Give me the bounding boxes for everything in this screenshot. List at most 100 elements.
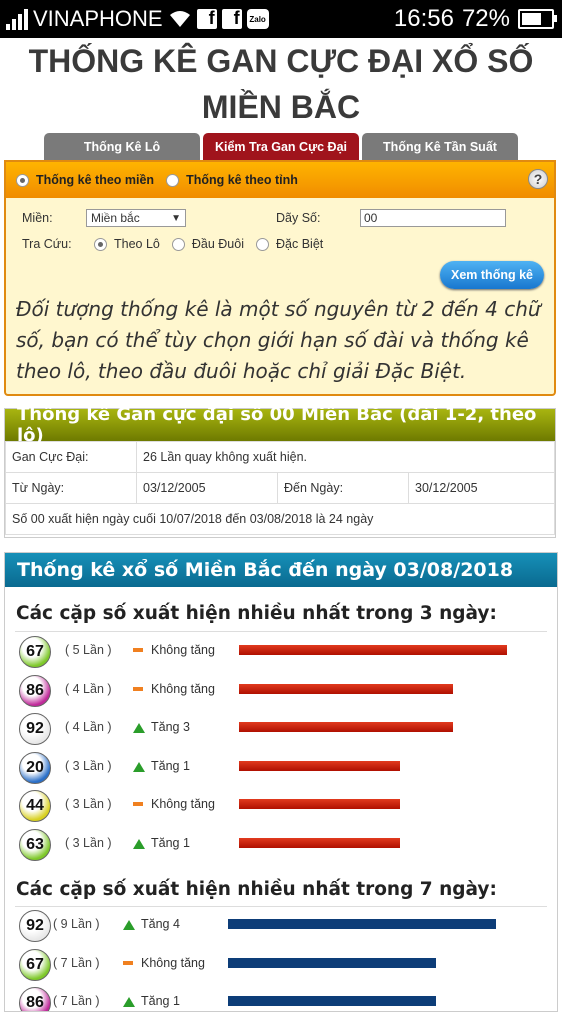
help-icon[interactable]: ? <box>528 169 548 189</box>
trend-label: Không tăng <box>141 955 205 970</box>
form-description: Đối tượng thống kê là một số nguyên từ 2… <box>16 297 541 383</box>
dayso-label: Dãy Số: <box>276 211 321 225</box>
stat-row: 20 ( 3 Lần ) Tăng 1 <box>5 749 555 787</box>
form-header: Thống kê theo miền Thống kê theo tỉnh ? <box>6 162 554 198</box>
clock: 16:56 <box>393 5 454 32</box>
view-stats-button[interactable]: Xem thống kê <box>440 261 544 289</box>
section-7-days-title: Các cặp số xuất hiện nhiều nhất trong 7 … <box>16 879 497 900</box>
frequency-bar <box>239 645 507 655</box>
radio-dau-duoi-label: Đầu Đuôi <box>191 237 244 251</box>
occurrence-count: ( 7 Lần ) <box>53 994 100 1009</box>
mien-select[interactable]: Miền bắc ▼ <box>86 209 186 227</box>
trend-label: Tăng 1 <box>151 758 190 773</box>
occurrence-count: ( 4 Lần ) <box>65 720 112 735</box>
wifi-icon <box>169 11 190 27</box>
stat-row: 44 ( 3 Lần ) Không tăng <box>5 787 555 825</box>
gan-max-value: 26 Lần quay không xuất hiện. <box>136 441 555 473</box>
number-ball: 44 <box>19 790 51 823</box>
frequency-bar <box>239 799 400 810</box>
occurrence-count: ( 5 Lần ) <box>65 643 112 657</box>
facebook-icon: f <box>196 8 217 29</box>
page-title: THỐNG KÊ GAN CỰC ĐẠI XỔ SỐ MIỀN BẮC <box>28 43 534 125</box>
radio-region[interactable] <box>16 173 29 187</box>
gan-note: Số 00 xuất hiện ngày cuối 10/07/2018 đến… <box>5 503 555 535</box>
trend-label: Tăng 4 <box>141 917 180 931</box>
trend-label: Không tăng <box>151 681 215 696</box>
dash-icon <box>133 802 143 807</box>
occurrence-count: ( 3 Lần ) <box>65 836 112 850</box>
radio-region-label: Thống kê theo miền <box>36 173 155 187</box>
tab-tan-suat[interactable]: Thống Kê Tần Suất <box>362 133 518 160</box>
occurrence-count: ( 9 Lần ) <box>53 917 100 931</box>
gan-result-title: Thống kê Gan cực đại số 00 Miền Bắc (đài… <box>5 404 555 446</box>
tab-kiem-tra-gan[interactable]: Kiểm Tra Gan Cực Đại <box>203 133 359 160</box>
stat-row: 92 ( 4 Lần ) Tăng 3 <box>5 710 555 748</box>
battery-icon <box>518 9 557 29</box>
trend-label: Tăng 1 <box>151 836 190 850</box>
frequency-bar <box>228 996 436 1007</box>
occurrence-count: ( 3 Lần ) <box>65 758 112 773</box>
search-form: Thống kê theo miền Thống kê theo tỉnh ? … <box>4 160 556 396</box>
stats-panel: Thống kê xổ số Miền Bắc đến ngày 03/08/2… <box>4 552 558 1012</box>
occurrence-count: ( 7 Lần ) <box>53 955 100 970</box>
trend-label: Không tăng <box>151 643 215 657</box>
radio-province-label: Thống kê theo tỉnh <box>186 173 298 187</box>
trend-indicator: Không tăng <box>133 643 215 657</box>
frequency-bar <box>239 683 453 694</box>
occurrence-count: ( 4 Lần ) <box>65 681 112 696</box>
frequency-bar <box>228 919 496 929</box>
trend-indicator: Không tăng <box>133 797 215 811</box>
signal-icon <box>6 8 28 30</box>
mien-value: Miền bắc <box>91 211 140 225</box>
tab-bar: Thống Kê Lô Kiểm Tra Gan Cực Đại Thống K… <box>44 133 518 160</box>
number-ball: 63 <box>19 829 51 861</box>
zalo-icon: Zalo <box>246 9 269 29</box>
divider <box>15 631 547 632</box>
number-ball: 86 <box>19 674 51 707</box>
gan-from-value: 03/12/2005 <box>136 472 278 504</box>
number-ball: 92 <box>19 713 51 746</box>
tracuu-label: Tra Cứu: <box>22 237 72 251</box>
dash-icon <box>133 648 143 652</box>
gan-to-value: 30/12/2005 <box>408 472 555 504</box>
dropdown-arrow-icon: ▼ <box>171 212 181 224</box>
trend-label: Tăng 1 <box>141 994 180 1009</box>
radio-theo-lo[interactable] <box>94 237 107 251</box>
radio-province[interactable] <box>166 173 180 187</box>
frequency-bar <box>239 722 453 733</box>
trend-indicator: Tăng 1 <box>133 759 190 773</box>
gan-result-panel: Thống kê Gan cực đại số 00 Miền Bắc (đài… <box>4 404 556 538</box>
stat-row: 86 ( 4 Lần ) Không tăng <box>5 672 555 710</box>
stats-title: Thống kê xổ số Miền Bắc đến ngày 03/08/2… <box>5 553 557 587</box>
number-ball: 67 <box>19 636 51 668</box>
stat-row: 67 ( 5 Lần ) Không tăng <box>5 633 555 671</box>
stat-row: 67( 7 Lần ) Không tăng <box>5 946 555 984</box>
dash-icon <box>133 686 143 691</box>
tab-thong-ke-lo[interactable]: Thống Kê Lô <box>44 133 200 160</box>
trend-indicator: Không tăng <box>133 682 215 696</box>
facebook-icon: f <box>221 8 242 29</box>
arrow-up-icon <box>123 997 135 1008</box>
radio-dau-duoi[interactable] <box>171 237 185 251</box>
battery-percent: 72% <box>461 5 510 32</box>
stat-row: 92( 9 Lần ) Tăng 4 <box>5 907 555 945</box>
gan-max-label: Gan Cực Đại: <box>5 441 137 473</box>
number-ball: 20 <box>19 751 51 784</box>
trend-indicator: Tăng 1 <box>123 994 180 1008</box>
dash-icon <box>123 960 133 965</box>
gan-from-label: Từ Ngày: <box>5 472 137 504</box>
frequency-bar <box>239 760 400 771</box>
stat-row: 86( 7 Lần ) Tăng 1 <box>5 984 555 1011</box>
radio-dac-biet-label: Đặc Biệt <box>276 237 324 251</box>
trend-indicator: Tăng 3 <box>133 720 190 734</box>
trend-label: Tăng 3 <box>151 720 190 735</box>
occurrence-count: ( 3 Lần ) <box>65 797 112 812</box>
status-bar: VINAPHONE f f Zalo 16:56 72% <box>0 0 562 38</box>
arrow-up-icon <box>123 920 135 930</box>
dayso-input[interactable]: 00 <box>360 209 506 227</box>
arrow-up-icon <box>133 761 145 772</box>
gan-result-table: Gan Cực Đại: 26 Lần quay không xuất hiện… <box>5 441 555 535</box>
mien-label: Miền: <box>22 211 53 225</box>
radio-dac-biet[interactable] <box>256 237 269 251</box>
carrier-name: VINAPHONE <box>33 6 163 31</box>
